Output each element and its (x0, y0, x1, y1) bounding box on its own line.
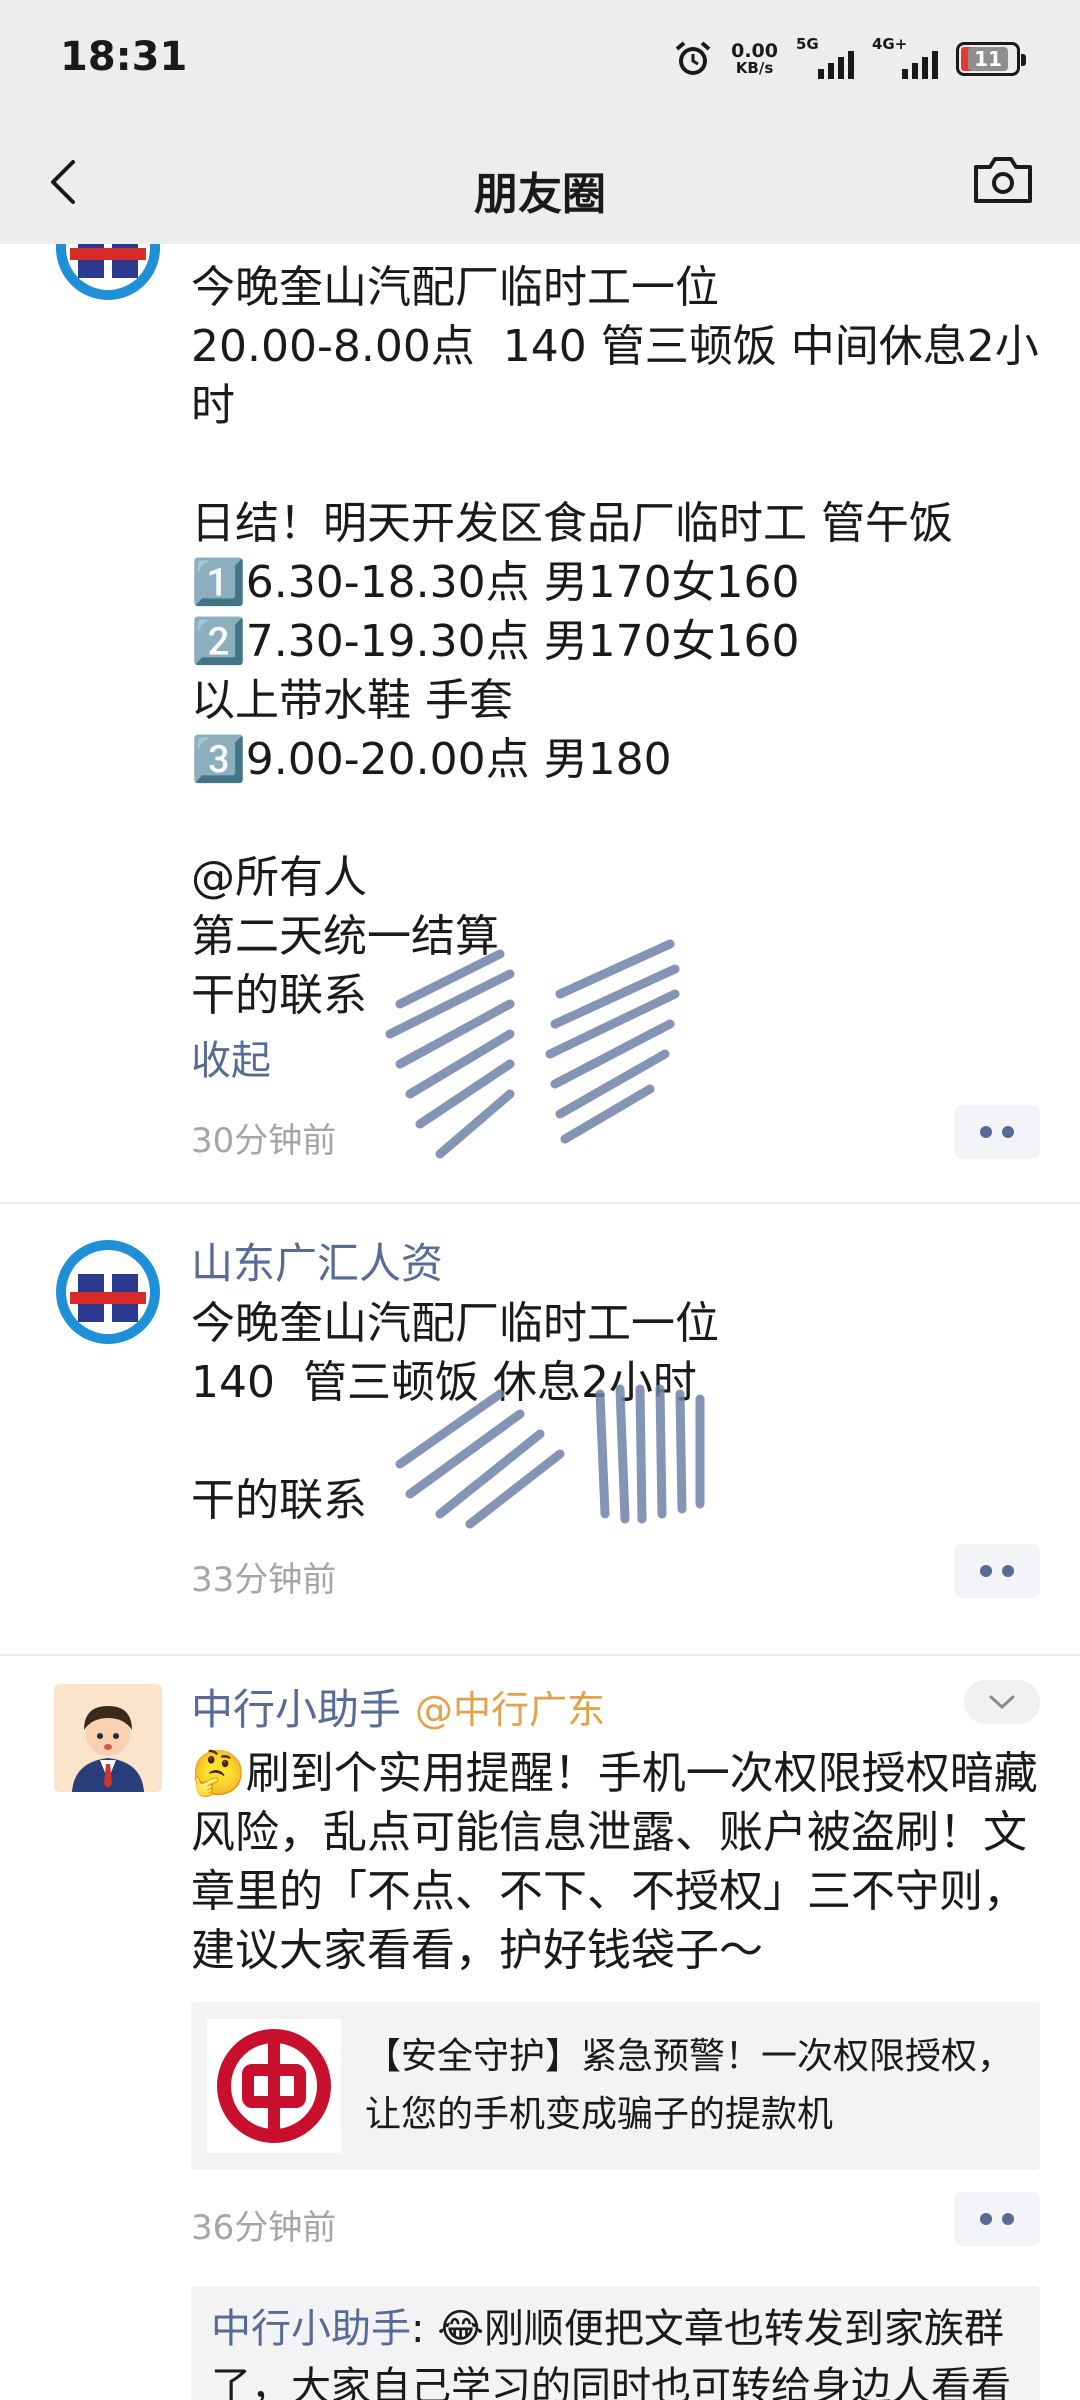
more-actions-button[interactable] (954, 1544, 1040, 1598)
post-text: 今晚奎山汽配厂临时工一位 20.00-8.00点 140 管三顿饭 中间休息2小… (191, 262, 1039, 1021)
dot-icon (980, 1565, 992, 1577)
camera-icon (974, 157, 1032, 203)
comment-author[interactable]: 中行小助手 (211, 2306, 411, 2352)
link-card[interactable]: 【安全守护】紧急预警！一次权限授权，让您的手机变成骗子的提款机 (191, 2002, 1040, 2170)
sim2-label: 4G+ (872, 35, 908, 53)
nav-bar: 朋友圈 (0, 120, 1080, 244)
alarm-icon (675, 41, 711, 75)
avatar[interactable] (54, 244, 162, 302)
sim1-label: 5G (796, 35, 819, 53)
page-title: 朋友圈 (474, 169, 606, 220)
comment-box: 中行小助手: 😂刚顺便把文章也转发到家族群了，大家自己学习的同时也可转给身边人看… (191, 2286, 1040, 2400)
dot-icon (980, 2213, 992, 2225)
status-bar: 18:31 0.00 KB/s 5G 4G+ 11 (0, 0, 1080, 120)
battery-icon: 11 (956, 42, 1026, 76)
post-text: 🤔刷到个实用提醒！手机一次权限授权暗藏风险，乱点可能信息泄露、账户被盗刷！文章里… (191, 1748, 1038, 1976)
camera-button[interactable] (968, 148, 1038, 212)
more-actions-button[interactable] (954, 2192, 1040, 2246)
post-time: 33分钟前 (191, 1560, 337, 1600)
signal-sim1-icon: 5G (796, 35, 854, 79)
dot-icon (980, 1126, 992, 1138)
network-speed-unit: KB/s (735, 59, 774, 77)
moment-post: 今晚奎山汽配厂临时工一位 20.00-8.00点 140 管三顿饭 中间休息2小… (0, 244, 1080, 1204)
post-author-name[interactable]: 中行小助手 (191, 1680, 401, 1740)
signal-sim2-icon: 4G+ (872, 35, 938, 79)
post-author[interactable]: 山东广汇人资 (191, 1234, 1040, 1294)
dot-icon (1002, 2213, 1014, 2225)
more-actions-button[interactable] (954, 1105, 1040, 1159)
chevron-down-icon (989, 1695, 1015, 1710)
post-author-name[interactable]: 山东广汇人资 (191, 1234, 443, 1294)
post-time: 30分钟前 (191, 1121, 337, 1161)
post-author[interactable]: 中行小助手 @中行广东 (191, 1680, 1040, 1740)
post-meta: 30分钟前 (191, 1105, 1040, 1165)
avatar[interactable] (54, 1238, 162, 1346)
moment-post: 中行小助手 @中行广东 🤔刷到个实用提醒！手机一次权限授权暗藏风险，乱点可能信息… (0, 1656, 1080, 2400)
dot-icon (1002, 1565, 1014, 1577)
status-icons: 0.00 KB/s 5G 4G+ 11 (673, 35, 1026, 82)
avatar[interactable] (54, 1684, 162, 1792)
post-meta: 36分钟前 (191, 2192, 1040, 2252)
moments-feed[interactable]: 今晚奎山汽配厂临时工一位 20.00-8.00点 140 管三顿饭 中间休息2小… (0, 244, 1080, 2400)
network-speed: 0.00 KB/s (731, 42, 778, 76)
battery-level: 11 (968, 47, 1008, 71)
dot-icon (1002, 1126, 1014, 1138)
moment-post: 山东广汇人资 今晚奎山汽配厂临时工一位 140 管三顿饭 休息2小时 干的联系 … (0, 1204, 1080, 1656)
link-card-title: 【安全守护】紧急预警！一次权限授权，让您的手机变成骗子的提款机 (365, 2036, 1014, 2135)
post-options-button[interactable] (964, 1680, 1040, 1724)
post-time: 36分钟前 (191, 2208, 337, 2248)
status-time: 18:31 (60, 34, 188, 80)
post-text: 今晚奎山汽配厂临时工一位 140 管三顿饭 休息2小时 干的联系 (191, 1298, 719, 1526)
collapse-link[interactable]: 收起 (191, 1031, 1040, 1091)
bank-of-china-logo (207, 2019, 341, 2153)
post-meta: 33分钟前 (191, 1544, 1040, 1604)
post-author-handle[interactable]: @中行广东 (415, 1680, 605, 1740)
